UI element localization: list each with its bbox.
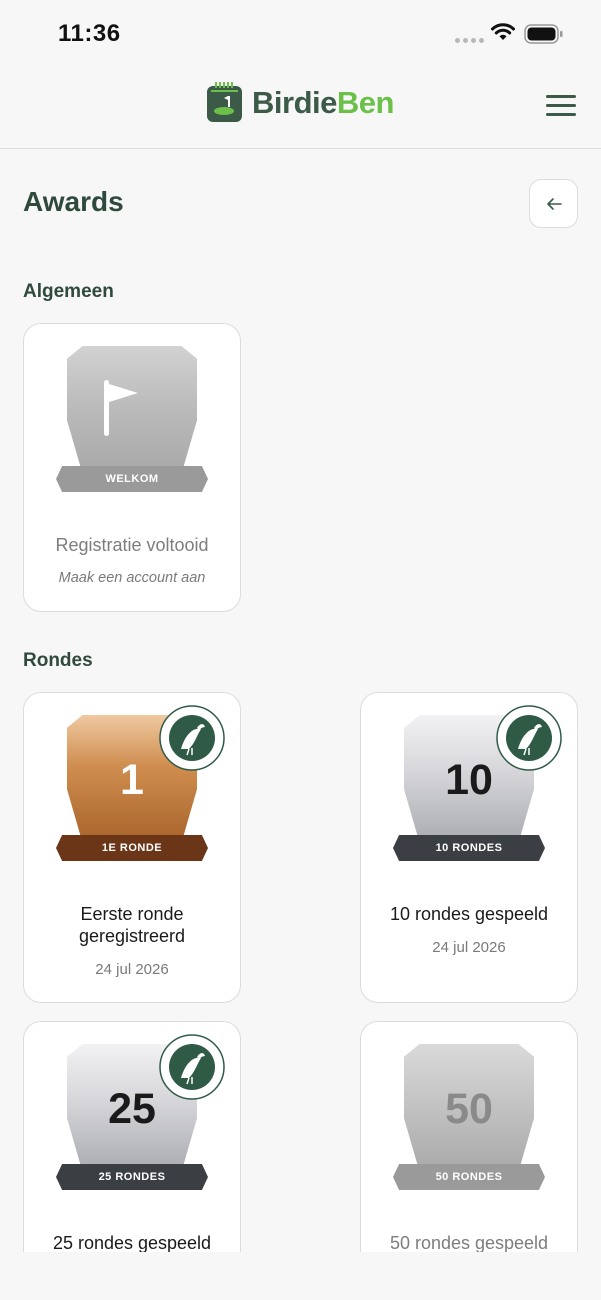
award-title: 10 rondes gespeeld (389, 904, 549, 924)
award-title: Eerste ronde geregistreerd (78, 904, 186, 946)
award-title: 25 rondes gespeeld (52, 1233, 212, 1253)
section-title-algemeen: Algemeen (23, 281, 114, 302)
birdieben-seal-icon (159, 1034, 225, 1100)
award-title: Registratie voltooid (55, 535, 209, 555)
brand-name-part2: Ben (336, 84, 395, 120)
badge-ribbon: 1E RONDE (56, 835, 208, 861)
award-date: 24 jul 2026 (432, 939, 506, 956)
award-badge: 50 50 RONDES (393, 1044, 547, 1194)
brand-name: BirdieBen (252, 87, 394, 118)
status-time: 11:36 (58, 20, 121, 47)
award-card-welkom[interactable]: WELKOM Registratie voltooid Maak een acc… (23, 323, 241, 612)
award-date: 24 jul 2026 (95, 961, 169, 978)
bottom-safe-area (0, 1252, 601, 1300)
arrow-left-icon (546, 197, 562, 210)
award-title: 50 rondes gespeeld (389, 1233, 549, 1253)
flag-icon (104, 380, 138, 436)
page-title: Awards (23, 186, 124, 217)
badge-number: 50 (445, 1085, 493, 1133)
scorecard-logo-icon (207, 82, 242, 122)
section-title-rondes: Rondes (23, 650, 93, 671)
battery-icon (524, 24, 563, 44)
birdieben-seal-icon (159, 705, 225, 771)
signal-dots-icon (455, 38, 484, 43)
brand-name-part1: Birdie (252, 84, 337, 120)
award-badge: WELKOM (56, 346, 210, 496)
badge-ribbon: WELKOM (56, 466, 208, 492)
back-button[interactable] (529, 179, 578, 228)
brand-logo[interactable]: BirdieBen (207, 82, 394, 122)
badge-ribbon: 10 RONDES (393, 835, 545, 861)
badge-ribbon: 50 RONDES (393, 1164, 545, 1190)
award-card-1e-ronde[interactable]: 1 1E RONDE Eerste ronde geregistreerd 24… (23, 692, 241, 1003)
birdieben-seal-icon (496, 705, 562, 771)
award-card-10-rondes[interactable]: 10 10 RONDES 10 rondes gespeeld 24 jul 2… (360, 692, 578, 1003)
badge-ribbon: 25 RONDES (56, 1164, 208, 1190)
wifi-icon (491, 23, 515, 40)
award-subtitle: Maak een account aan (58, 570, 206, 586)
app-header: BirdieBen (0, 64, 601, 149)
status-bar: 11:36 (0, 0, 601, 64)
hamburger-menu-icon[interactable] (546, 95, 576, 119)
